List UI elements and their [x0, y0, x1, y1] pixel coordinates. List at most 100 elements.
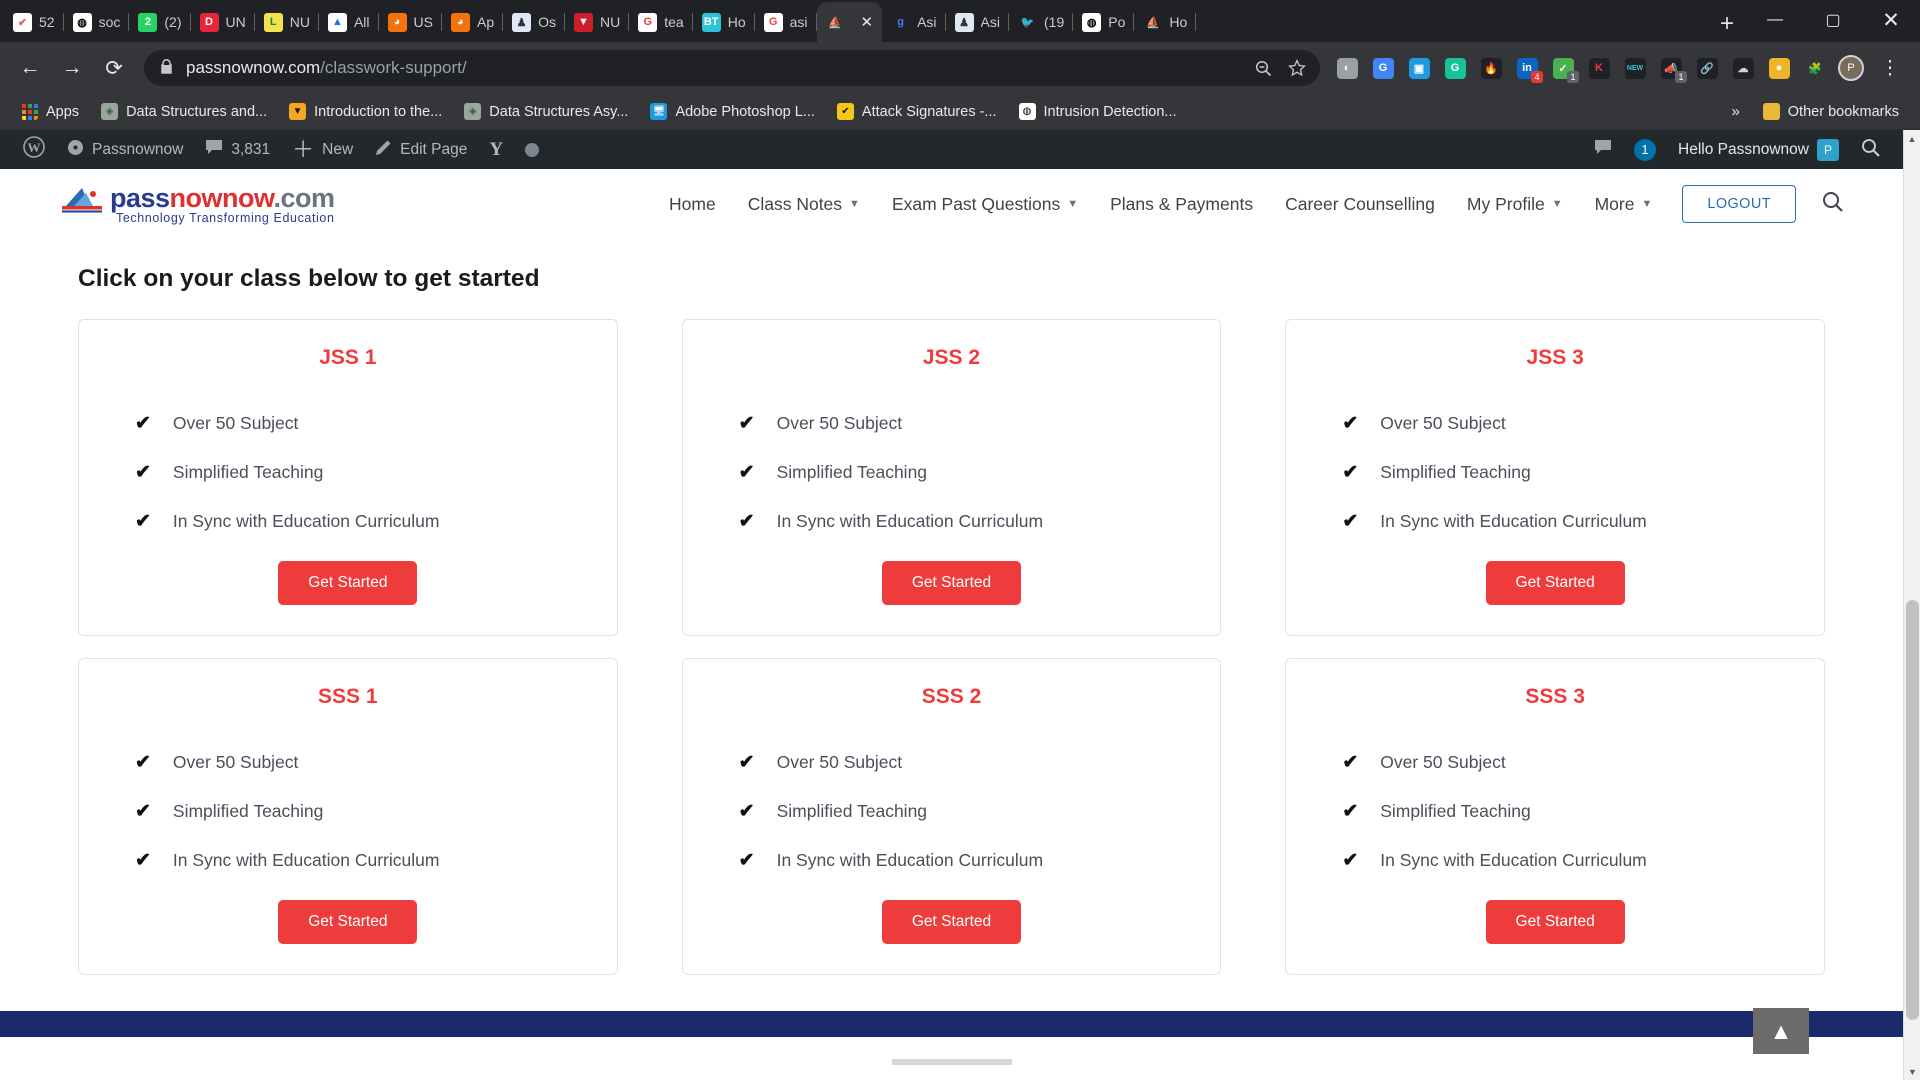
get-started-button[interactable]: Get Started [1485, 900, 1625, 944]
pencil-icon [375, 139, 392, 161]
reload-button[interactable]: ⟳ [94, 48, 134, 88]
megaphone-extension[interactable]: 📣 1 [1654, 51, 1688, 85]
page-scrollbar[interactable]: ▲ ▼ [1903, 130, 1920, 1080]
grammarly-extension[interactable]: G [1438, 51, 1472, 85]
scrollbar-up-arrow[interactable]: ▲ [1904, 130, 1920, 147]
bookmark-item[interactable]: ◈ Data Structures Asy... [455, 99, 637, 124]
minimize-button[interactable]: — [1746, 0, 1804, 40]
nav-item-career-counselling[interactable]: Career Counselling [1269, 194, 1451, 215]
link-extension[interactable]: 🔗 [1690, 51, 1724, 85]
browser-tab[interactable]: ◕ Ap [442, 2, 504, 42]
get-started-button[interactable]: Get Started [278, 561, 418, 605]
google-translate-extension[interactable]: G [1366, 51, 1400, 85]
extension-glyph: G [1372, 57, 1394, 79]
get-started-button[interactable]: Get Started [1485, 561, 1625, 605]
wordpress-logo-button[interactable]: W [12, 130, 56, 169]
forward-button[interactable]: → [52, 48, 92, 88]
three-dot-menu-icon[interactable]: ⋮ [1870, 48, 1910, 88]
new-ai-extension[interactable]: NEW [1618, 51, 1652, 85]
bookmarks-overflow-button[interactable]: » [1721, 103, 1749, 120]
browser-tab[interactable]: ♟ Os [503, 2, 565, 42]
nav-item-plans-payments[interactable]: Plans & Payments [1094, 194, 1269, 215]
back-button[interactable]: ← [10, 48, 50, 88]
wp-status-button[interactable] [514, 130, 550, 169]
browser-tab[interactable]: D UN [191, 2, 255, 42]
browser-tab[interactable]: ✔ 52 [4, 2, 64, 42]
browser-tab[interactable]: ▼ NU [565, 2, 630, 42]
kaspersky-extension[interactable]: K [1582, 51, 1616, 85]
avatar[interactable]: P [1834, 51, 1868, 85]
check-icon: ✔ [1342, 850, 1359, 871]
wp-avatar: P [1817, 138, 1839, 161]
bookmark-item[interactable]: 🖥 Adobe Photoshop L... [641, 99, 823, 124]
get-started-button[interactable]: Get Started [881, 900, 1022, 944]
wp-edit-page-button[interactable]: Edit Page [364, 130, 478, 169]
bulb-extension[interactable]: ◐ [1330, 51, 1364, 85]
adblock-shield-extension[interactable]: ✓ 1 [1546, 51, 1580, 85]
new-tab-button[interactable]: + [1708, 12, 1746, 42]
scrollbar-thumb[interactable] [1906, 600, 1919, 1020]
logout-button[interactable]: LOGOUT [1682, 185, 1796, 223]
browser-tab[interactable]: ◕ US [379, 2, 442, 42]
nav-item-class-notes[interactable]: Class Notes ▼ [732, 194, 876, 215]
browser-tab[interactable]: BT Ho [693, 2, 755, 42]
scrollbar-down-arrow[interactable]: ▼ [1904, 1063, 1920, 1080]
browser-tab[interactable]: ♟ Asi [946, 2, 1009, 42]
nav-item-my-profile[interactable]: My Profile ▼ [1451, 194, 1579, 215]
bookmark-item[interactable]: ◈ Data Structures and... [92, 99, 276, 124]
bookmark-item[interactable]: ✔ Attack Signatures -... [828, 99, 1006, 124]
nav-item-home[interactable]: Home [653, 194, 732, 215]
browser-tab[interactable]: ▲ All [319, 2, 379, 42]
wp-comments-button[interactable]: 3,831 [194, 130, 281, 169]
screenshot-extension[interactable]: ▣ [1402, 51, 1436, 85]
class-card: JSS 1 ✔ Over 50 Subject ✔ Simplified Teachin… [78, 319, 618, 636]
address-bar[interactable]: passnownow.com/classwork-support/ [144, 50, 1320, 86]
footer-gap [0, 1037, 1903, 1059]
extension-glyph: 🧩 [1804, 57, 1826, 79]
wp-site-name-button[interactable]: Passnownow [56, 130, 194, 169]
browser-tab[interactable]: L NU [255, 2, 319, 42]
bookmark-item[interactable]: Apps [12, 99, 88, 124]
wp-notifications-button[interactable]: 1 [1623, 130, 1667, 169]
get-started-button[interactable]: Get Started [278, 900, 418, 944]
browser-tab[interactable]: ⛵ Ho [1134, 2, 1197, 42]
coin-extension[interactable]: ● [1762, 51, 1796, 85]
browser-tab[interactable]: ◍ soc [64, 2, 130, 42]
linkedin-extension[interactable]: in 4 [1510, 51, 1544, 85]
bookmark-item[interactable]: ◍ Intrusion Detection... [1010, 99, 1186, 124]
wp-account-menu[interactable]: Hello Passnownow P [1667, 130, 1850, 169]
browser-tab[interactable]: g Asi [882, 2, 946, 42]
browser-tab[interactable]: ◍ Po [1073, 2, 1135, 42]
wp-search-button[interactable] [1850, 130, 1891, 169]
bookmark-item[interactable]: ▼ Introduction to the... [280, 99, 451, 124]
close-window-button[interactable]: ✕ [1862, 0, 1920, 40]
browser-tab[interactable]: ⛵ ✕ [816, 2, 883, 42]
maximize-button[interactable]: ▢ [1804, 0, 1862, 40]
puzzle-extensions-icon[interactable]: 🧩 [1798, 51, 1832, 85]
wp-edit-page-label: Edit Page [400, 140, 468, 158]
site-search-icon[interactable] [1796, 191, 1843, 218]
fire-extension[interactable]: 🔥 [1474, 51, 1508, 85]
get-started-button[interactable]: Get Started [881, 561, 1022, 605]
site-logo[interactable]: passnownow.com Technology Transforming E… [60, 183, 335, 225]
browser-tab[interactable]: Gtea [629, 2, 693, 42]
cloud-extension[interactable]: ☁ [1726, 51, 1760, 85]
nav-item-exam-past-questions[interactable]: Exam Past Questions ▼ [876, 194, 1094, 215]
zoom-out-icon[interactable] [1246, 51, 1280, 85]
scroll-to-top-button[interactable]: ▲ [1753, 1008, 1809, 1054]
tab-title: NU [289, 14, 310, 30]
nav-item-more[interactable]: More ▼ [1579, 194, 1669, 215]
bookmark-star-icon[interactable] [1280, 51, 1314, 85]
class-feature-label: In Sync with Education Curriculum [172, 850, 440, 870]
browser-tab[interactable]: Gasi [755, 2, 817, 42]
wp-new-button[interactable]: ＋ New [281, 130, 364, 169]
yoast-seo-button[interactable]: Y [478, 130, 514, 169]
extension-glyph: 🔗 [1696, 57, 1718, 79]
browser-tab[interactable]: 2 (2) [129, 2, 191, 42]
close-tab-icon[interactable]: ✕ [861, 13, 874, 31]
other-bookmarks-button[interactable]: Other bookmarks [1754, 99, 1908, 124]
class-feature-item: ✔ Simplified Teaching [135, 461, 587, 484]
wp-right-comment-button[interactable] [1583, 130, 1623, 169]
browser-tab[interactable]: 🐦 (19 [1009, 2, 1074, 42]
bt-tools-icon: BT [701, 12, 721, 32]
